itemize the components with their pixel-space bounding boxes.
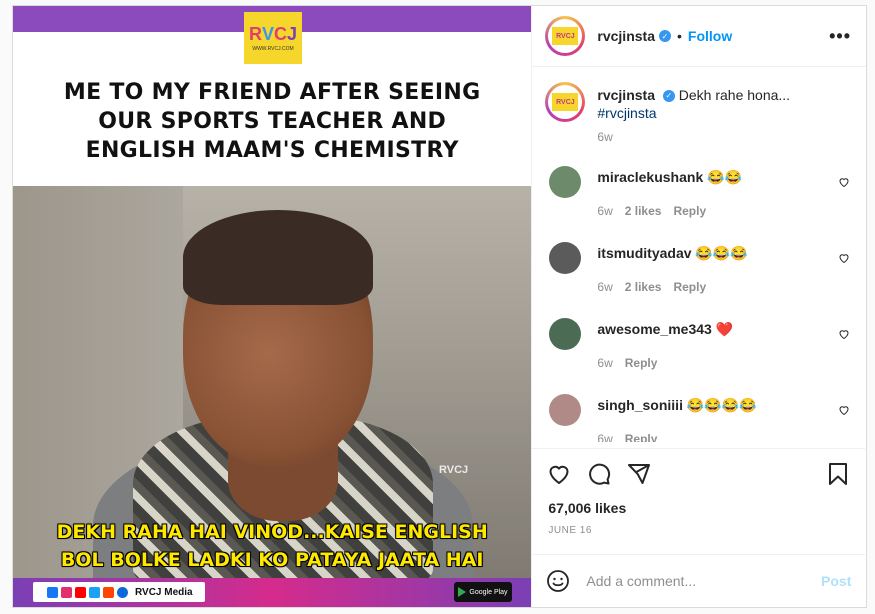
comment-username[interactable]: singh_soniiii xyxy=(597,397,683,413)
reply-button[interactable]: Reply xyxy=(625,354,658,372)
comment-item: miraclekushank 😂😂 6w 2 likes Reply xyxy=(545,166,852,220)
comment-text: 😂😂😂 xyxy=(695,245,748,261)
likes-count[interactable]: 67,006 likes xyxy=(548,500,626,516)
social-badge: RVCJ Media xyxy=(33,582,205,602)
add-comment-bar: Post xyxy=(532,554,866,607)
post-comment-button[interactable]: Post xyxy=(821,573,851,589)
twitter-icon xyxy=(89,586,100,598)
post-dialog: RVCJ WWW.RVCJ.COM ME TO MY FRIEND AFTER … xyxy=(12,5,867,608)
rvcj-logo: RVCJ WWW.RVCJ.COM xyxy=(244,12,302,64)
footer-brand: RVCJ Media xyxy=(135,586,193,598)
post-actions xyxy=(532,448,866,498)
comment-time: 6w xyxy=(597,356,613,370)
meme-caption: ME TO MY FRIEND AFTER SEEING OUR SPORTS … xyxy=(63,80,481,163)
app-icon xyxy=(103,586,114,598)
follow-button[interactable]: Follow xyxy=(688,28,732,44)
comment-bubble-icon[interactable] xyxy=(586,461,612,487)
comment-time: 6w xyxy=(597,432,613,442)
photo-watermark: RVCJ xyxy=(439,464,469,476)
like-comment-heart-icon[interactable] xyxy=(838,176,850,188)
caption-verified-icon: ✓ xyxy=(662,90,675,103)
instagram-icon xyxy=(61,586,72,598)
meme-subtitle: DEKH RAHA HAI VINOD...KAISE ENGLISH BOL … xyxy=(13,518,531,574)
add-comment-input[interactable] xyxy=(586,573,822,589)
comment-avatar[interactable] xyxy=(549,394,582,426)
caption-row: RVCJ rvcjinsta ✓ Dekh rahe hona... #rvcj… xyxy=(545,82,852,122)
account-avatar[interactable]: RVCJ xyxy=(545,16,586,56)
caption-time: 6w xyxy=(597,130,613,144)
comment-likes[interactable]: 2 likes xyxy=(625,278,662,296)
facebook-icon xyxy=(47,586,58,598)
play-icon xyxy=(117,586,128,598)
post-header: RVCJ rvcjinsta ✓ • Follow ••• xyxy=(532,6,866,67)
subtitle-line-2: BOL BOLKE LADKI KO PATAYA JAATA HAI xyxy=(60,549,484,571)
subtitle-line-1: DEKH RAHA HAI VINOD...KAISE ENGLISH xyxy=(56,521,488,543)
comment-item: singh_soniiii 😂😂😂😂 6w Reply xyxy=(545,394,852,442)
comment-text: 😂😂 xyxy=(707,169,742,185)
google-play-label: Google Play xyxy=(469,588,508,596)
like-comment-heart-icon[interactable] xyxy=(838,328,850,340)
comments-list[interactable]: RVCJ rvcjinsta ✓ Dekh rahe hona... #rvcj… xyxy=(532,68,865,442)
comment-time: 6w xyxy=(597,204,613,218)
reply-button[interactable]: Reply xyxy=(625,430,658,442)
like-heart-icon[interactable] xyxy=(546,461,572,487)
separator-dot: • xyxy=(676,28,682,44)
comment-avatar[interactable] xyxy=(549,318,582,350)
bookmark-icon[interactable] xyxy=(825,461,851,487)
post-image[interactable]: RVCJ WWW.RVCJ.COM ME TO MY FRIEND AFTER … xyxy=(13,6,532,607)
share-send-icon[interactable] xyxy=(626,461,652,487)
like-comment-heart-icon[interactable] xyxy=(838,252,850,264)
emoji-smiley-icon[interactable] xyxy=(546,569,570,593)
reply-button[interactable]: Reply xyxy=(673,202,706,220)
youtube-icon xyxy=(75,586,86,598)
verified-badge-icon: ✓ xyxy=(658,30,671,42)
reply-button[interactable]: Reply xyxy=(673,278,706,296)
google-play-icon xyxy=(458,587,467,597)
comment-avatar[interactable] xyxy=(549,242,582,274)
header-username[interactable]: rvcjinsta xyxy=(597,28,655,44)
google-play-badge: Google Play xyxy=(454,582,512,602)
comment-time: 6w xyxy=(597,280,613,294)
caption-text: Dekh rahe hona... xyxy=(678,87,791,103)
caption-hashtag[interactable]: #rvcjinsta xyxy=(597,104,790,122)
comment-username[interactable]: itsmudityadav xyxy=(597,245,691,261)
logo-url: WWW.RVCJ.COM xyxy=(252,46,294,52)
caption-username[interactable]: rvcjinsta xyxy=(597,87,655,103)
comment-text: 😂😂😂😂 xyxy=(686,397,757,413)
like-comment-heart-icon[interactable] xyxy=(838,404,850,416)
avatar-logo: RVCJ xyxy=(552,27,579,45)
comment-text: ❤️ xyxy=(715,321,734,337)
image-footer-bar: RVCJ Media Google Play xyxy=(13,578,532,607)
comment-avatar[interactable] xyxy=(549,166,582,198)
post-date: JUNE 16 xyxy=(548,525,592,536)
comment-username[interactable]: awesome_me343 xyxy=(597,321,711,337)
more-options-icon[interactable]: ••• xyxy=(829,26,851,47)
comment-likes[interactable]: 2 likes xyxy=(625,202,662,220)
caption-avatar-logo: RVCJ xyxy=(552,93,579,111)
comment-item: itsmudityadav 😂😂😂 6w 2 likes Reply xyxy=(545,242,852,296)
comment-item: awesome_me343 ❤️ 6w Reply xyxy=(545,318,852,372)
caption-avatar[interactable]: RVCJ xyxy=(545,82,586,122)
comment-username[interactable]: miraclekushank xyxy=(597,169,703,185)
post-side-panel: RVCJ rvcjinsta ✓ • Follow ••• RVCJ rvcji… xyxy=(531,6,866,607)
